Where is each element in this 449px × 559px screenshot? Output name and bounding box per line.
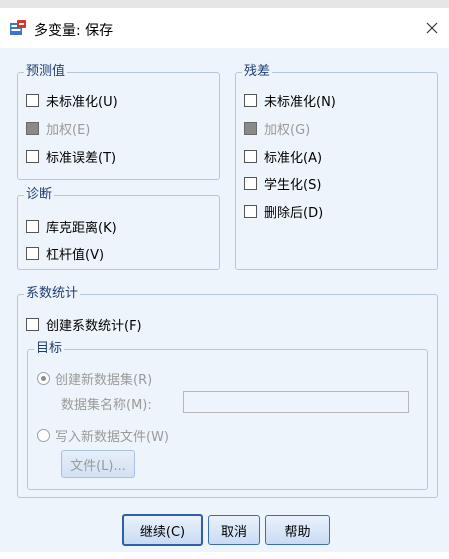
background-window-strip bbox=[0, 0, 449, 8]
radio-write-new-file: 写入新数据文件(W) bbox=[37, 426, 169, 445]
checkbox-residual-standardized[interactable]: 标准化(A) bbox=[244, 147, 323, 166]
checkbox-box[interactable] bbox=[26, 246, 39, 260]
checkbox-box bbox=[26, 121, 39, 135]
file-button: 文件(L)... bbox=[61, 450, 135, 478]
checkbox-cooks-distance[interactable]: 库克距离(K) bbox=[26, 217, 117, 236]
app-icon bbox=[9, 20, 27, 36]
radio-label: 创建新数据集(R) bbox=[55, 372, 153, 388]
checkbox-residual-unstandardized[interactable]: 未标准化(N) bbox=[244, 91, 336, 110]
checkbox-leverage[interactable]: 杠杆值(V) bbox=[26, 244, 105, 263]
target-legend: 目标 bbox=[36, 341, 63, 356]
radio-button bbox=[37, 428, 50, 442]
checkbox-label: 库克距离(K) bbox=[46, 220, 117, 236]
title-bar: 多变量: 保存 bbox=[0, 8, 449, 48]
help-button[interactable]: 帮助 bbox=[265, 515, 330, 545]
residuals-legend: 残差 bbox=[244, 64, 271, 79]
checkbox-predicted-unstandardized[interactable]: 未标准化(U) bbox=[26, 91, 118, 110]
cancel-button[interactable]: 取消 bbox=[208, 515, 260, 545]
checkbox-label: 删除后(D) bbox=[264, 205, 324, 221]
checkbox-label: 加权(G) bbox=[264, 122, 311, 138]
checkbox-box[interactable] bbox=[244, 204, 257, 218]
checkbox-box[interactable] bbox=[26, 317, 39, 331]
close-icon[interactable] bbox=[421, 17, 443, 39]
diagnostics-legend: 诊断 bbox=[26, 187, 53, 202]
predicted-values-legend: 预测值 bbox=[26, 64, 66, 79]
checkbox-residual-deleted[interactable]: 删除后(D) bbox=[244, 202, 324, 221]
checkbox-create-coef-stats[interactable]: 创建系数统计(F) bbox=[26, 315, 142, 334]
dataset-name-input bbox=[183, 391, 409, 413]
checkbox-box[interactable] bbox=[244, 93, 257, 107]
checkbox-label: 加权(E) bbox=[46, 122, 91, 138]
checkbox-residual-studentized[interactable]: 学生化(S) bbox=[244, 174, 322, 193]
window-title: 多变量: 保存 bbox=[34, 23, 114, 39]
checkbox-label: 创建系数统计(F) bbox=[46, 318, 142, 334]
checkbox-label: 标准化(A) bbox=[264, 150, 323, 166]
dataset-name-label: 数据集名称(M): bbox=[61, 397, 152, 413]
checkbox-box[interactable] bbox=[244, 176, 257, 190]
background-window-strip-bottom bbox=[0, 552, 449, 559]
coefficient-stats-legend: 系数统计 bbox=[26, 286, 79, 301]
checkbox-label: 未标准化(U) bbox=[46, 94, 118, 110]
checkbox-predicted-standard-error[interactable]: 标准误差(T) bbox=[26, 147, 117, 166]
checkbox-box[interactable] bbox=[244, 149, 257, 163]
continue-button[interactable]: 继续(C) bbox=[122, 514, 203, 546]
checkbox-label: 学生化(S) bbox=[264, 177, 322, 193]
checkbox-label: 标准误差(T) bbox=[46, 150, 117, 166]
radio-button bbox=[37, 371, 50, 385]
checkbox-residual-weighted: 加权(G) bbox=[244, 119, 311, 138]
checkbox-box[interactable] bbox=[26, 149, 39, 163]
checkbox-predicted-weighted: 加权(E) bbox=[26, 119, 91, 138]
checkbox-label: 未标准化(N) bbox=[264, 94, 336, 110]
checkbox-box[interactable] bbox=[26, 93, 39, 107]
checkbox-label: 杠杆值(V) bbox=[46, 247, 105, 263]
radio-create-new-dataset: 创建新数据集(R) bbox=[37, 369, 153, 388]
radio-label: 写入新数据文件(W) bbox=[55, 429, 169, 445]
checkbox-box bbox=[244, 121, 257, 135]
checkbox-box[interactable] bbox=[26, 219, 39, 233]
